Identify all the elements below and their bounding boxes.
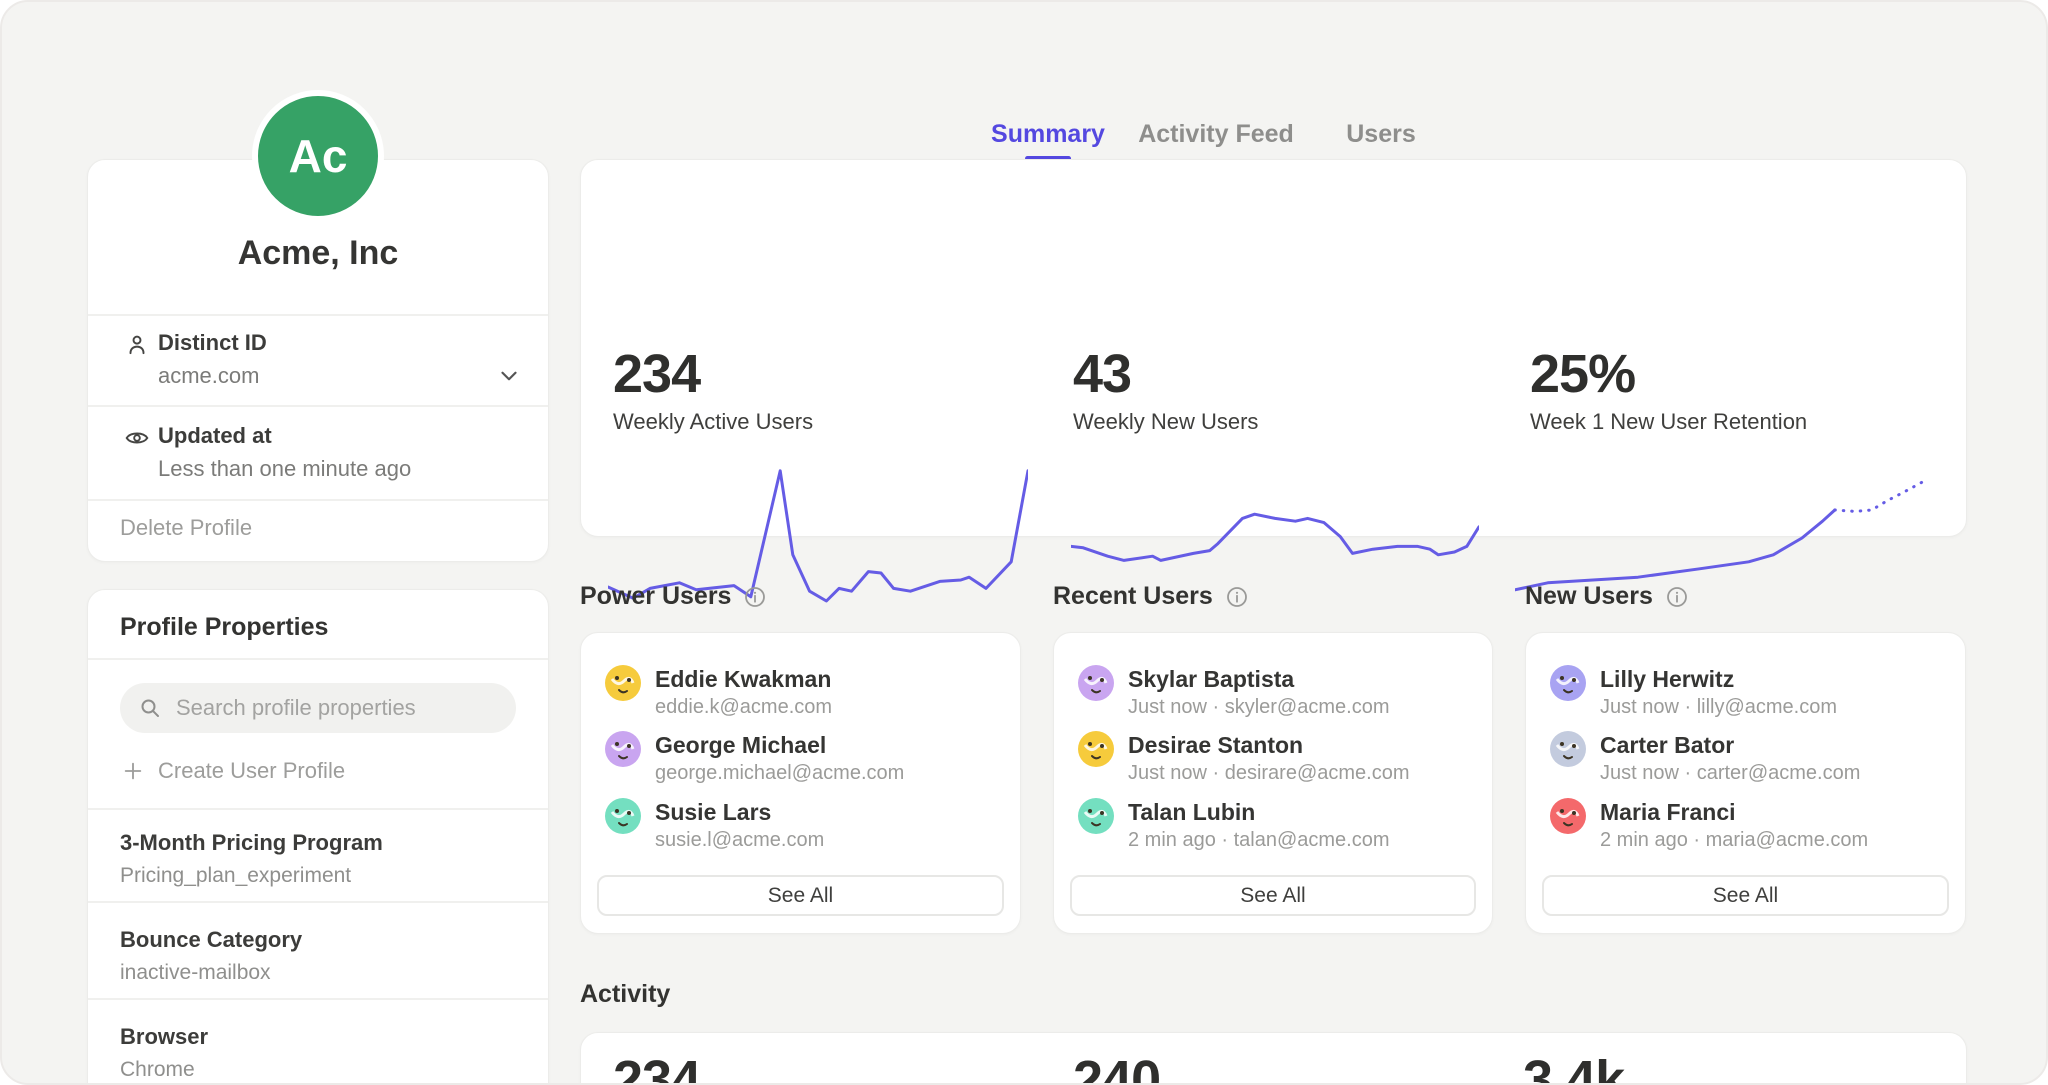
- see-all-button[interactable]: See All: [597, 875, 1004, 916]
- user-avatar: [1078, 665, 1114, 701]
- info-icon[interactable]: [743, 585, 767, 609]
- create-user-profile-label: Create User Profile: [158, 758, 345, 784]
- section-title: New Users: [1525, 582, 1653, 611]
- user-name[interactable]: Skylar Baptista: [1128, 666, 1294, 693]
- updated-at-label: Updated at: [158, 423, 272, 449]
- activity-stat: 240: [1073, 1049, 1160, 1085]
- user-name[interactable]: Maria Franci: [1600, 799, 1736, 826]
- user-avatar: [1550, 731, 1586, 767]
- property-value: inactive-mailbox: [120, 961, 271, 985]
- search-input[interactable]: [174, 694, 498, 722]
- user-avatar: [1550, 665, 1586, 701]
- user-meta: george.michael@acme.com: [655, 762, 904, 785]
- stat-label: Week 1 New User Retention: [1530, 409, 1807, 435]
- activity-stat: 234: [613, 1049, 700, 1085]
- user-avatar: [1078, 798, 1114, 834]
- user-meta: 2 min ago · talan@acme.com: [1128, 829, 1390, 852]
- person-icon: [124, 332, 150, 358]
- org-avatar-initials: Ac: [289, 129, 348, 183]
- info-icon[interactable]: [1665, 585, 1689, 609]
- delete-profile-button[interactable]: Delete Profile: [120, 515, 252, 541]
- user-avatar: [1550, 798, 1586, 834]
- new-users-card: Lilly Herwitz Just now · lilly@acme.com …: [1525, 632, 1966, 934]
- divider: [88, 499, 548, 501]
- profile-properties-search: [120, 683, 516, 733]
- property-value: Pricing_plan_experiment: [120, 864, 351, 888]
- divider: [88, 405, 548, 407]
- section-title: Recent Users: [1053, 582, 1213, 611]
- user-name[interactable]: Susie Lars: [655, 799, 771, 826]
- user-meta: Just now · carter@acme.com: [1600, 762, 1860, 785]
- user-name[interactable]: Talan Lubin: [1128, 799, 1255, 826]
- face-icon: [1078, 798, 1114, 834]
- chevron-down-icon[interactable]: [496, 363, 522, 389]
- user-meta: 2 min ago · maria@acme.com: [1600, 829, 1868, 852]
- stat-label: Weekly Active Users: [613, 409, 813, 435]
- divider: [88, 998, 548, 1000]
- profile-dashboard: Ac Acme, Inc Distinct ID acme.com Update…: [0, 0, 2048, 1085]
- see-all-button[interactable]: See All: [1070, 875, 1476, 916]
- face-icon: [605, 665, 641, 701]
- info-icon[interactable]: [1225, 585, 1249, 609]
- tab-activity-feed[interactable]: Activity Feed: [1138, 120, 1294, 149]
- section-header-recent-users: Recent Users: [1053, 582, 1249, 611]
- section-title: Power Users: [580, 582, 731, 611]
- user-meta: Just now · skyler@acme.com: [1128, 696, 1389, 719]
- activity-card: 234 240 3.4k: [580, 1032, 1967, 1085]
- property-name: 3-Month Pricing Program: [120, 830, 383, 856]
- face-icon: [1550, 665, 1586, 701]
- create-user-profile-button[interactable]: Create User Profile: [122, 758, 345, 784]
- activity-section-title: Activity: [580, 980, 670, 1009]
- divider: [88, 901, 548, 903]
- face-icon: [1078, 665, 1114, 701]
- profile-properties-card: Profile Properties Create User Profile 3…: [87, 589, 549, 1085]
- user-meta: eddie.k@acme.com: [655, 696, 832, 719]
- user-name[interactable]: Eddie Kwakman: [655, 666, 831, 693]
- user-avatar: [1078, 731, 1114, 767]
- property-value: Chrome: [120, 1058, 195, 1082]
- user-name[interactable]: Carter Bator: [1600, 732, 1734, 759]
- face-icon: [1078, 731, 1114, 767]
- power-users-card: Eddie Kwakman eddie.k@acme.com George Mi…: [580, 632, 1021, 934]
- distinct-id-value: acme.com: [158, 363, 259, 389]
- activity-stat: 3.4k: [1523, 1049, 1624, 1085]
- user-avatar: [605, 665, 641, 701]
- user-meta: Just now · lilly@acme.com: [1600, 696, 1837, 719]
- profile-properties-title: Profile Properties: [120, 613, 328, 642]
- user-name[interactable]: George Michael: [655, 732, 826, 759]
- tab-summary[interactable]: Summary: [991, 120, 1105, 149]
- section-header-new-users: New Users: [1525, 582, 1689, 611]
- tab-users[interactable]: Users: [1346, 120, 1416, 149]
- face-icon: [605, 731, 641, 767]
- stat-value: 43: [1073, 343, 1131, 405]
- user-name[interactable]: Desirae Stanton: [1128, 732, 1303, 759]
- see-all-button[interactable]: See All: [1542, 875, 1949, 916]
- summary-stats-card: 234 Weekly Active Users 43 Weekly New Us…: [580, 159, 1967, 537]
- property-name: Browser: [120, 1024, 208, 1050]
- user-meta: susie.l@acme.com: [655, 829, 824, 852]
- plus-icon: [122, 760, 144, 782]
- stat-label: Weekly New Users: [1073, 409, 1258, 435]
- divider: [88, 658, 548, 660]
- recent-users-card: Skylar Baptista Just now · skyler@acme.c…: [1053, 632, 1493, 934]
- user-avatar: [605, 798, 641, 834]
- eye-icon: [124, 425, 150, 451]
- face-icon: [605, 798, 641, 834]
- divider: [88, 314, 548, 316]
- user-name[interactable]: Lilly Herwitz: [1600, 666, 1734, 693]
- distinct-id-label: Distinct ID: [158, 330, 267, 356]
- stat-value: 234: [613, 343, 700, 405]
- face-icon: [1550, 731, 1586, 767]
- search-icon: [138, 696, 162, 720]
- user-avatar: [605, 731, 641, 767]
- face-icon: [1550, 798, 1586, 834]
- stat-value: 25%: [1530, 343, 1635, 405]
- updated-at-value: Less than one minute ago: [158, 456, 411, 482]
- property-name: Bounce Category: [120, 927, 302, 953]
- org-name: Acme, Inc: [88, 234, 548, 273]
- section-header-power-users: Power Users: [580, 582, 767, 611]
- divider: [88, 808, 548, 810]
- user-meta: Just now · desirare@acme.com: [1128, 762, 1410, 785]
- org-avatar: Ac: [252, 90, 384, 222]
